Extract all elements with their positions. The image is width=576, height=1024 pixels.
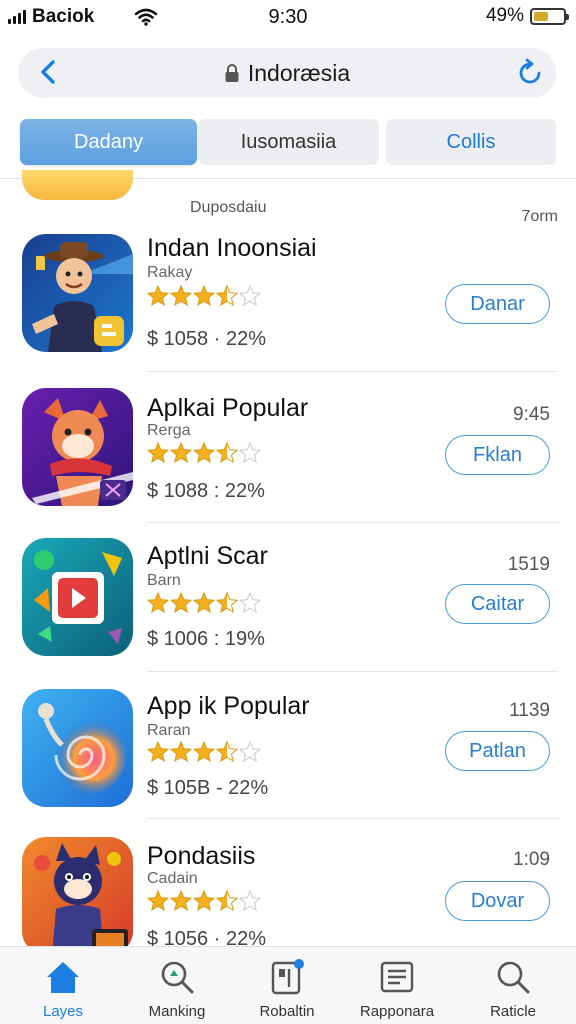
app-icon-cat[interactable] xyxy=(22,837,133,955)
app-icon-swirl[interactable] xyxy=(22,689,133,807)
app-title[interactable]: App ik Popular xyxy=(147,692,310,721)
rating-stars xyxy=(147,741,262,763)
rating-star xyxy=(147,442,170,464)
status-bar: Baciok 9:30 49% xyxy=(0,0,576,34)
app-subtitle: Barn xyxy=(147,572,181,589)
nav-item-manking[interactable]: Manking xyxy=(122,957,232,1020)
search-icon xyxy=(161,961,194,994)
app-meta: 1:09 xyxy=(513,849,550,870)
app-title[interactable]: Aptlni Scar xyxy=(147,542,268,571)
tab-dadany[interactable]: Dadany xyxy=(20,119,197,165)
app-meta: 1519 xyxy=(507,554,550,575)
rating-star xyxy=(147,741,170,763)
rating-stars xyxy=(147,592,262,614)
rating-stars xyxy=(147,890,262,912)
segmented-tabs: Dadany Iusomasiia Collis xyxy=(20,119,556,165)
nav-label: Layes xyxy=(42,1003,84,1020)
rating-stars xyxy=(147,442,262,464)
rating-star xyxy=(147,285,170,307)
get-button[interactable]: Dovar xyxy=(445,881,550,921)
divider xyxy=(147,671,558,672)
battery-status: 49% xyxy=(485,5,569,27)
battery-percent: 49% xyxy=(485,5,524,26)
rating-star xyxy=(192,890,216,912)
reload-icon[interactable] xyxy=(514,57,546,89)
section-count: 7orm xyxy=(521,208,558,225)
app-icon-partial[interactable] xyxy=(22,170,133,200)
rating-star xyxy=(169,592,193,614)
address-bar[interactable]: Indoræsia xyxy=(18,48,556,98)
app-price: $ 1006 : 19% xyxy=(147,628,265,650)
address-title-text: Indoræsia xyxy=(247,60,351,86)
rating-star xyxy=(192,442,216,464)
list-item[interactable]: Indan Inoonsiai Rakay $ 1058 · 22% Danar xyxy=(0,228,576,378)
nav-item-raticle[interactable]: Raticle xyxy=(458,957,568,1020)
lock-icon xyxy=(225,64,239,82)
list-icon xyxy=(380,961,414,993)
rating-star xyxy=(169,285,193,307)
app-subtitle: Raran xyxy=(147,722,191,739)
nav-label: Rapponara xyxy=(359,1003,435,1020)
rating-star xyxy=(147,890,170,912)
tab-collis[interactable]: Collis xyxy=(386,119,556,165)
app-icon-fox[interactable] xyxy=(22,388,133,506)
nav-label: Manking xyxy=(148,1003,206,1020)
app-subtitle: Rakay xyxy=(147,264,193,281)
divider xyxy=(147,818,558,819)
rating-star xyxy=(238,741,262,763)
get-button[interactable]: Caitar xyxy=(445,584,550,624)
app-icon-cowboy[interactable] xyxy=(22,234,133,352)
rating-star xyxy=(215,741,239,763)
rating-star xyxy=(192,592,216,614)
nav-item-robaltin[interactable]: Robaltin xyxy=(232,957,342,1020)
rating-star xyxy=(238,285,262,307)
rating-star xyxy=(238,442,262,464)
rating-star xyxy=(169,741,193,763)
app-meta: 9:45 xyxy=(513,404,550,425)
rating-star xyxy=(169,890,193,912)
rating-star xyxy=(169,442,193,464)
rating-star xyxy=(215,592,239,614)
get-button[interactable]: Patlan xyxy=(445,731,550,771)
rating-star xyxy=(238,890,262,912)
address-title: Indoræsia xyxy=(18,60,556,87)
rating-star xyxy=(215,285,239,307)
search-icon xyxy=(497,961,530,994)
get-button[interactable]: Fklan xyxy=(445,435,550,475)
app-subtitle: Rerga xyxy=(147,422,191,439)
rating-star xyxy=(192,741,216,763)
app-title[interactable]: Indan Inoonsiai xyxy=(147,234,317,263)
section-heading: Duposdaiu xyxy=(190,199,267,216)
app-price: $ 105B - 22% xyxy=(147,777,269,799)
app-meta: 1139 xyxy=(509,700,550,721)
list-item[interactable]: App ik Popular Raran $ 105B - 22% 1139 P… xyxy=(0,680,576,830)
app-title[interactable]: Aplkai Popular xyxy=(147,394,308,423)
get-button[interactable]: Danar xyxy=(445,284,550,324)
rating-star xyxy=(192,285,216,307)
nav-label: Raticle xyxy=(490,1003,536,1020)
nav-item-rapponara[interactable]: Rapponara xyxy=(342,957,452,1020)
battery-icon xyxy=(530,7,569,25)
home-icon xyxy=(47,962,79,993)
rating-star xyxy=(147,592,170,614)
divider xyxy=(147,522,558,523)
list-item[interactable]: Aptlni Scar Barn $ 1006 : 19% 1519 Caita… xyxy=(0,530,576,680)
rating-star xyxy=(238,592,262,614)
rating-star xyxy=(215,890,239,912)
app-icon-video[interactable] xyxy=(22,538,133,656)
app-price: $ 1058 · 22% xyxy=(147,328,266,350)
nav-item-layes[interactable]: Layes xyxy=(8,957,118,1020)
tab-iusomasiia[interactable]: Iusomasiia xyxy=(198,119,379,165)
divider xyxy=(147,371,558,372)
rating-star xyxy=(215,442,239,464)
app-price: $ 1088 : 22% xyxy=(147,480,265,502)
updates-icon xyxy=(271,959,304,995)
app-title[interactable]: Pondasiis xyxy=(147,842,255,871)
tab-bar: Layes Manking Robaltin Rapponara Raticle xyxy=(0,946,576,1024)
nav-label: Robaltin xyxy=(259,1003,315,1020)
list-item[interactable]: Aplkai Popular Rerga $ 1088 : 22% 9:45 F… xyxy=(0,380,576,530)
rating-stars xyxy=(147,285,262,307)
app-subtitle: Cadain xyxy=(147,870,198,887)
